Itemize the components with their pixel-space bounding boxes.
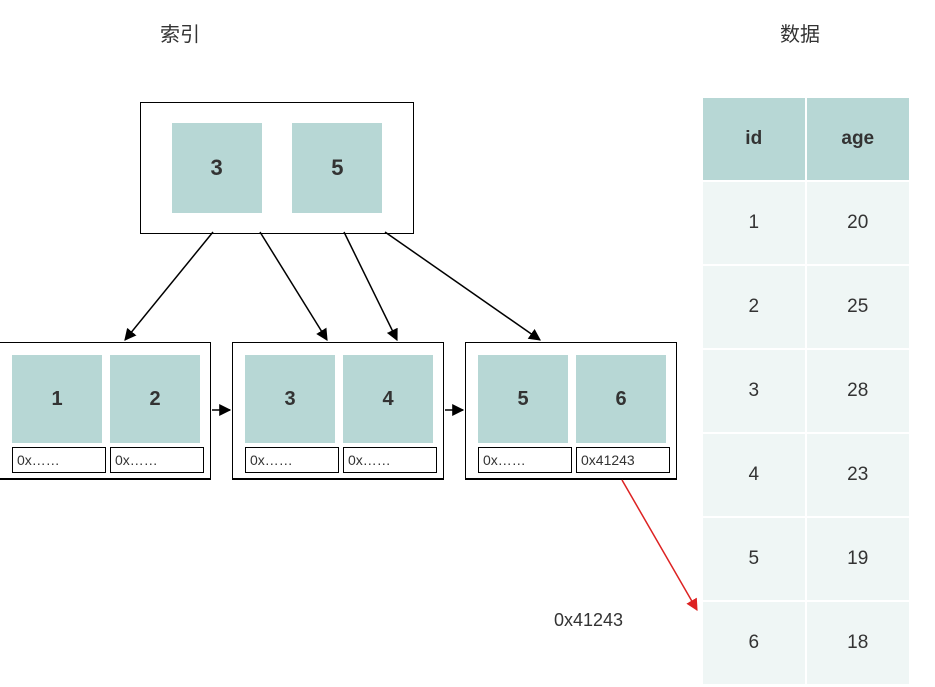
data-title: 数据: [780, 18, 820, 47]
leaf-pointer: 0x41243: [576, 447, 670, 473]
arrow-root-to-leaf2b: [344, 232, 397, 340]
cell-age: 25: [806, 265, 911, 349]
cell-age: 18: [806, 601, 911, 685]
diagram-canvas: 索引 数据 3 5 1 2 0x…… 0x…… 3 4 0x…… 0x…… 5 …: [0, 0, 935, 687]
cell-age: 23: [806, 433, 911, 517]
btree-leaf-node: 3 4 0x…… 0x……: [232, 342, 444, 480]
table-row: 618: [702, 601, 910, 685]
arrow-pointer-to-row: [622, 480, 697, 610]
cell-id: 3: [702, 349, 806, 433]
table-header-row: id age: [702, 97, 910, 181]
btree-leaf-node: 1 2 0x…… 0x……: [0, 342, 211, 480]
cell-age: 20: [806, 181, 911, 265]
pointer-address-label: 0x41243: [554, 610, 623, 631]
btree-root-node: 3 5: [140, 102, 414, 234]
leaf-pointer: 0x……: [245, 447, 339, 473]
table-row: 120: [702, 181, 910, 265]
table-row: 225: [702, 265, 910, 349]
leaf-key: 3: [245, 355, 335, 443]
root-key: 5: [292, 123, 382, 213]
cell-id: 2: [702, 265, 806, 349]
root-key: 3: [172, 123, 262, 213]
cell-id: 5: [702, 517, 806, 601]
cell-id: 6: [702, 601, 806, 685]
leaf-pointer: 0x……: [478, 447, 572, 473]
col-header-age: age: [806, 97, 911, 181]
cell-id: 1: [702, 181, 806, 265]
cell-age: 28: [806, 349, 911, 433]
btree-leaf-node: 5 6 0x…… 0x41243: [465, 342, 677, 480]
leaf-key: 4: [343, 355, 433, 443]
arrow-root-to-leaf3: [385, 232, 540, 340]
table-row: 328: [702, 349, 910, 433]
arrow-root-to-leaf2a: [260, 232, 327, 340]
arrow-root-to-leaf1: [125, 232, 213, 340]
col-header-id: id: [702, 97, 806, 181]
index-title: 索引: [160, 18, 200, 47]
leaf-key: 6: [576, 355, 666, 443]
leaf-key: 5: [478, 355, 568, 443]
table-row: 519: [702, 517, 910, 601]
leaf-pointer: 0x……: [12, 447, 106, 473]
leaf-key: 2: [110, 355, 200, 443]
leaf-pointer: 0x……: [343, 447, 437, 473]
leaf-pointer: 0x……: [110, 447, 204, 473]
leaf-key: 1: [12, 355, 102, 443]
cell-age: 19: [806, 517, 911, 601]
data-table: id age 120 225 328 423 519 618: [701, 96, 911, 686]
table-row: 423: [702, 433, 910, 517]
cell-id: 4: [702, 433, 806, 517]
